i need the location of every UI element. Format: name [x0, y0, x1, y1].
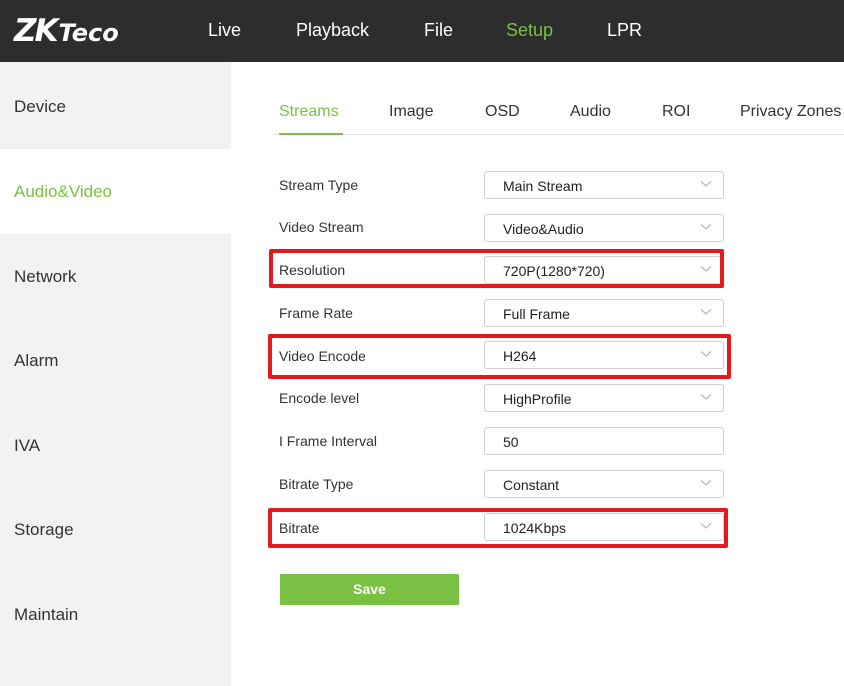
resolution-value: 720P(1280*720)	[503, 263, 605, 279]
stream-type-label: Stream Type	[279, 177, 359, 193]
frame-rate-label: Frame Rate	[279, 305, 353, 321]
nav-live[interactable]: Live	[208, 19, 241, 41]
i-frame-interval-label: I Frame Interval	[279, 433, 378, 449]
sidebar-item-label: Audio&Video	[14, 181, 112, 201]
settings-tabs: Streams Image OSD Audio ROI Privacy Zone…	[231, 62, 844, 142]
video-encode-select[interactable]: H264	[484, 341, 724, 369]
frame-rate-value: Full Frame	[503, 306, 570, 322]
bitrate-type-select[interactable]: Constant	[484, 470, 724, 498]
bitrate-type-value: Constant	[503, 477, 560, 493]
tab-audio[interactable]: Audio	[570, 102, 611, 122]
sidebar-item-audio-video[interactable]: Audio&Video	[0, 149, 231, 234]
nav-lpr[interactable]: LPR	[607, 19, 642, 41]
resolution-label: Resolution	[279, 262, 346, 278]
bitrate-label: Bitrate	[279, 520, 320, 536]
tab-image[interactable]: Image	[389, 102, 433, 122]
chevron-down-icon	[700, 266, 712, 272]
video-stream-select[interactable]: Video&Audio	[484, 214, 724, 242]
save-button[interactable]: Save	[280, 574, 459, 605]
encode-level-label: Encode level	[279, 390, 360, 406]
top-navigation-bar: ZKTeco Live Playback File Setup LPR	[0, 0, 844, 62]
bitrate-type-label: Bitrate Type	[279, 476, 354, 492]
sidebar-item-network[interactable]: Network	[0, 234, 231, 319]
tab-privacy-zones[interactable]: Privacy Zones	[740, 102, 841, 122]
bitrate-select[interactable]: 1024Kbps	[484, 513, 724, 541]
video-stream-value: Video&Audio	[503, 221, 584, 237]
nav-setup[interactable]: Setup	[506, 19, 553, 41]
chevron-down-icon	[700, 480, 712, 486]
bitrate-value: 1024Kbps	[503, 520, 567, 536]
video-stream-label: Video Stream	[279, 219, 364, 235]
chevron-down-icon	[700, 309, 712, 315]
sidebar-item-label: Network	[14, 266, 77, 286]
logo-sub-text: Teco	[58, 19, 119, 47]
chevron-down-icon	[700, 394, 712, 400]
zkteco-logo: ZKTeco	[14, 14, 119, 48]
sidebar-item-device[interactable]: Device	[0, 64, 231, 149]
nav-playback[interactable]: Playback	[296, 19, 369, 41]
active-tab-indicator	[279, 133, 343, 135]
sidebar-item-alarm[interactable]: Alarm	[0, 318, 231, 403]
sidebar-item-label: Device	[14, 96, 66, 116]
encode-level-value: HighProfile	[503, 391, 572, 407]
sidebar-item-storage[interactable]: Storage	[0, 487, 231, 572]
video-encode-value: H264	[503, 348, 537, 364]
sidebar-item-label: Alarm	[14, 350, 59, 370]
sidebar-item-label: Maintain	[14, 604, 79, 624]
stream-type-select[interactable]: Main Stream	[484, 171, 724, 199]
nav-file[interactable]: File	[424, 19, 453, 41]
chevron-down-icon	[700, 523, 712, 529]
sidebar-item-iva[interactable]: IVA	[0, 403, 231, 488]
stream-type-value: Main Stream	[503, 178, 583, 194]
sidebar-item-label: Storage	[14, 519, 74, 539]
tab-streams[interactable]: Streams	[279, 102, 339, 122]
resolution-select[interactable]: 720P(1280*720)	[484, 256, 724, 284]
logo-main-text: ZK	[14, 13, 58, 49]
settings-sidebar: Device Audio&Video Network Alarm IVA Sto…	[0, 62, 231, 686]
encode-level-select[interactable]: HighProfile	[484, 384, 724, 412]
frame-rate-select[interactable]: Full Frame	[484, 299, 724, 327]
chevron-down-icon	[700, 351, 712, 357]
chevron-down-icon	[700, 224, 712, 230]
sidebar-item-label: IVA	[14, 435, 41, 455]
i-frame-interval-input[interactable]: 50	[484, 427, 724, 455]
video-encode-label: Video Encode	[279, 348, 366, 364]
i-frame-interval-value: 50	[503, 434, 519, 450]
tabs-divider	[273, 134, 844, 135]
tab-roi[interactable]: ROI	[662, 102, 690, 122]
sidebar-item-maintain[interactable]: Maintain	[0, 572, 231, 657]
chevron-down-icon	[700, 181, 712, 187]
tab-osd[interactable]: OSD	[485, 102, 520, 122]
